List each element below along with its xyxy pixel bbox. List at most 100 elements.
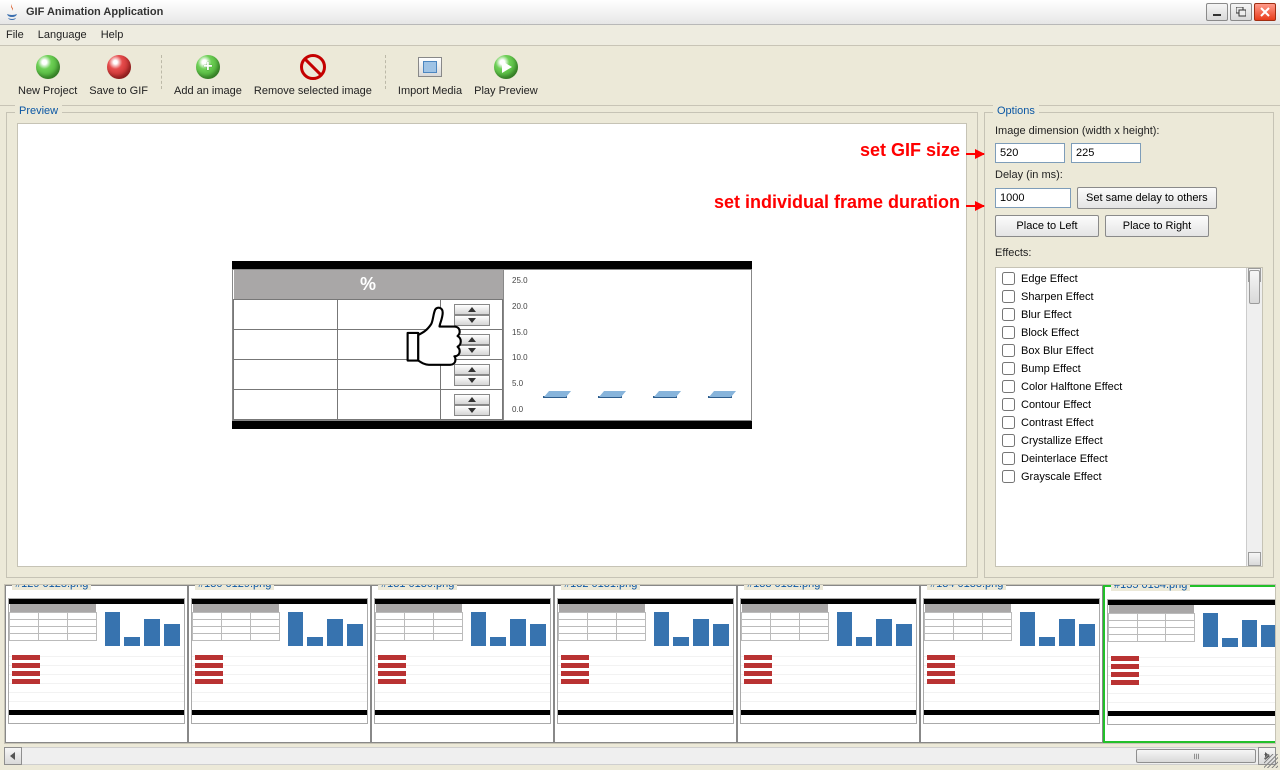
effect-checkbox[interactable] xyxy=(1002,290,1015,303)
effect-checkbox[interactable] xyxy=(1002,344,1015,357)
width-input[interactable] xyxy=(995,143,1065,163)
effect-checkbox[interactable] xyxy=(1002,272,1015,285)
letterbox-bar xyxy=(232,421,752,429)
frame-label: #130 0129.png xyxy=(195,584,274,590)
menu-language[interactable]: Language xyxy=(38,29,87,41)
effect-checkbox[interactable] xyxy=(1002,416,1015,429)
frame-label: #134 0133.png xyxy=(927,584,1006,590)
place-left-button[interactable]: Place to Left xyxy=(995,215,1099,237)
effect-checkbox[interactable] xyxy=(1002,308,1015,321)
effect-label: Blur Effect xyxy=(1021,309,1072,321)
close-button[interactable] xyxy=(1254,3,1276,21)
effect-item[interactable]: Deinterlace Effect xyxy=(998,452,1244,465)
scroll-left-button[interactable] xyxy=(4,747,22,765)
effect-label: Grayscale Effect xyxy=(1021,471,1102,483)
same-delay-button[interactable]: Set same delay to others xyxy=(1077,187,1217,209)
media-icon xyxy=(418,57,442,77)
effect-label: Edge Effect xyxy=(1021,273,1078,285)
height-input[interactable] xyxy=(1071,143,1141,163)
toolbar: New Project Save to GIF Add an image Rem… xyxy=(0,46,1280,106)
timeline-frame[interactable]: #131 0130.png xyxy=(371,585,554,743)
chart-bar xyxy=(653,396,677,398)
effect-item[interactable]: Crystallize Effect xyxy=(998,434,1244,447)
axis-tick: 20.0 xyxy=(512,302,528,311)
resize-grip[interactable] xyxy=(1264,754,1278,768)
no-entry-icon xyxy=(300,54,326,80)
chart-bar xyxy=(708,396,732,398)
menubar: File Language Help xyxy=(0,25,1280,46)
effect-checkbox[interactable] xyxy=(1002,380,1015,393)
preview-legend: Preview xyxy=(15,105,62,117)
effect-label: Block Effect xyxy=(1021,327,1079,339)
effect-label: Contrast Effect xyxy=(1021,417,1094,429)
effect-item[interactable]: Color Halftone Effect xyxy=(998,380,1244,393)
effect-checkbox[interactable] xyxy=(1002,362,1015,375)
effects-listbox: Edge Effect Sharpen Effect Blur Effect Bloc… xyxy=(995,267,1263,567)
spinner-down[interactable] xyxy=(454,405,490,416)
effect-item[interactable]: Contour Effect xyxy=(998,398,1244,411)
effect-checkbox[interactable] xyxy=(1002,452,1015,465)
play-icon xyxy=(494,55,518,79)
effect-item[interactable]: Box Blur Effect xyxy=(998,344,1244,357)
spinner-up[interactable] xyxy=(454,394,490,405)
effect-item[interactable]: Grayscale Effect xyxy=(998,470,1244,483)
titlebar: GIF Animation Application xyxy=(0,0,1280,25)
effects-scrollbar[interactable] xyxy=(1246,268,1262,566)
preview-canvas: % 25.020.015.010.05.00.0 xyxy=(17,123,967,567)
effect-item[interactable]: Blur Effect xyxy=(998,308,1244,321)
effect-label: Sharpen Effect xyxy=(1021,291,1094,303)
timeline-frame[interactable]: #132 0131.png xyxy=(554,585,737,743)
effect-item[interactable]: Edge Effect xyxy=(998,272,1244,285)
timeline-frame[interactable]: #130 0129.png xyxy=(188,585,371,743)
maximize-button[interactable] xyxy=(1230,3,1252,21)
place-right-button[interactable]: Place to Right xyxy=(1105,215,1209,237)
timeline-frame[interactable]: #134 0133.png xyxy=(920,585,1103,743)
menu-file[interactable]: File xyxy=(6,29,24,41)
thumbs-up-icon xyxy=(397,301,465,381)
timeline[interactable]: #129 0128.png #130 0129.png #131 0130.png #… xyxy=(4,584,1276,744)
delay-input[interactable] xyxy=(995,188,1071,208)
import-media-button[interactable]: Import Media xyxy=(392,52,468,97)
chart-bar xyxy=(543,396,567,398)
menu-help[interactable]: Help xyxy=(101,29,124,41)
effect-label: Crystallize Effect xyxy=(1021,435,1103,447)
effects-label: Effects: xyxy=(995,247,1263,259)
effect-item[interactable]: Bump Effect xyxy=(998,362,1244,375)
frame-label: #132 0131.png xyxy=(561,584,640,590)
options-panel: Options Image dimension (width x height)… xyxy=(984,112,1274,578)
axis-tick: 0.0 xyxy=(512,405,528,414)
play-preview-button[interactable]: Play Preview xyxy=(468,52,544,97)
effect-checkbox[interactable] xyxy=(1002,398,1015,411)
save-gif-button[interactable]: Save to GIF xyxy=(83,52,154,97)
chart-bar xyxy=(598,396,622,398)
remove-image-button[interactable]: Remove selected image xyxy=(248,52,378,97)
effect-checkbox[interactable] xyxy=(1002,470,1015,483)
axis-tick: 5.0 xyxy=(512,379,528,388)
green-ball-icon xyxy=(36,55,60,79)
dimension-label: Image dimension (width x height): xyxy=(995,125,1263,137)
effect-item[interactable]: Block Effect xyxy=(998,326,1244,339)
effect-label: Color Halftone Effect xyxy=(1021,381,1122,393)
new-project-button[interactable]: New Project xyxy=(12,52,83,97)
axis-tick: 10.0 xyxy=(512,353,528,362)
timeline-frame[interactable]: #135 0134.png xyxy=(1103,585,1276,743)
options-legend: Options xyxy=(993,105,1039,117)
frame-label: #129 0128.png xyxy=(12,584,91,590)
effect-label: Contour Effect xyxy=(1021,399,1091,411)
minimize-button[interactable] xyxy=(1206,3,1228,21)
preview-panel: Preview % 25.020.015.010. xyxy=(6,112,978,578)
scroll-thumb[interactable] xyxy=(1136,749,1256,763)
effect-checkbox[interactable] xyxy=(1002,434,1015,447)
preview-chart: 25.020.015.010.05.00.0 xyxy=(503,270,751,421)
delay-label: Delay (in ms): xyxy=(995,169,1263,181)
timeline-frame[interactable]: #129 0128.png xyxy=(5,585,188,743)
effect-item[interactable]: Contrast Effect xyxy=(998,416,1244,429)
timeline-frame[interactable]: #133 0132.png xyxy=(737,585,920,743)
effect-checkbox[interactable] xyxy=(1002,326,1015,339)
effect-item[interactable]: Sharpen Effect xyxy=(998,290,1244,303)
axis-tick: 15.0 xyxy=(512,328,528,337)
table-header: % xyxy=(234,270,503,300)
timeline-scrollbar[interactable] xyxy=(4,747,1276,765)
add-image-button[interactable]: Add an image xyxy=(168,52,248,97)
frame-label: #131 0130.png xyxy=(378,584,457,590)
